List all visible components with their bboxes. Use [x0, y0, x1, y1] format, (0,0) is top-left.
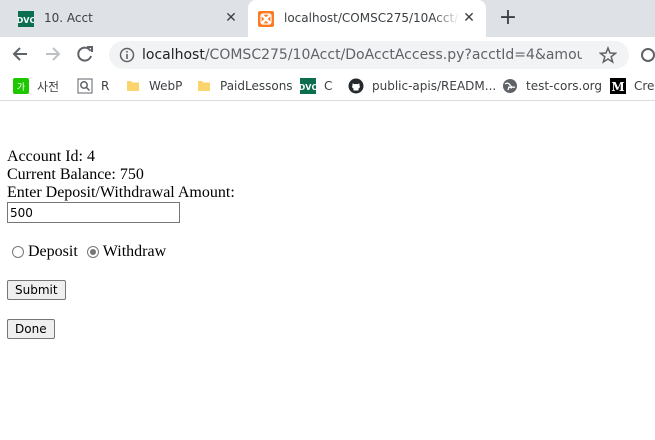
- close-icon[interactable]: ✕: [223, 10, 239, 26]
- tab-strip: DVC 10. Acct ✕ localhost/COMSC275/10Acct…: [0, 0, 655, 37]
- bookmark-label: PaidLessons: [220, 79, 293, 93]
- bookmark-label: Crea: [634, 79, 655, 93]
- url-path: /COMSC275/10Acct/DoAcctAccess.py?acctId=…: [204, 47, 582, 63]
- url-host: localhost: [142, 47, 205, 63]
- medium-icon: M: [610, 78, 626, 94]
- url-text: localhost/COMSC275/10Acct/DoAcctAccess.p…: [142, 47, 582, 63]
- svg-text:DVC: DVC: [300, 83, 316, 92]
- search-icon: [77, 78, 93, 94]
- tab-localhost[interactable]: localhost/COMSC275/10Acct/DoAcctAccess.p…: [248, 0, 486, 37]
- folder-icon: [198, 81, 210, 91]
- info-icon[interactable]: [119, 47, 135, 63]
- bookmark-c[interactable]: DVC C: [300, 78, 332, 94]
- page-content: Account Id: 4 Current Balance: 750 Enter…: [7, 148, 235, 223]
- bookmark-test-cors[interactable]: test-cors.org: [502, 78, 602, 94]
- amount-input[interactable]: [7, 202, 180, 223]
- submit-button[interactable]: Submit: [7, 280, 66, 300]
- withdraw-radio[interactable]: [86, 246, 99, 258]
- reload-icon[interactable]: [74, 43, 96, 65]
- folder-icon: [127, 81, 139, 91]
- address-bar[interactable]: localhost/COMSC275/10Acct/DoAcctAccess.p…: [109, 41, 629, 69]
- amount-prompt: Enter Deposit/Withdrawal Amount:: [7, 184, 235, 201]
- tab-title: 10. Acct: [44, 11, 93, 25]
- svg-text:DVC: DVC: [18, 16, 34, 25]
- bookmark-folder-paidlessons[interactable]: PaidLessons: [196, 78, 293, 94]
- bookmark-star-icon[interactable]: [599, 46, 617, 64]
- bookmark-public-apis[interactable]: public-apis/READM...: [348, 78, 496, 94]
- bookmark-dictionary[interactable]: 가 사전: [13, 78, 59, 94]
- transaction-type: Deposit Withdraw: [7, 243, 166, 261]
- extension-icon[interactable]: [640, 47, 655, 63]
- bookmark-label: C: [324, 79, 333, 93]
- close-icon[interactable]: ✕: [461, 10, 477, 26]
- bookmark-label: WebP: [149, 79, 183, 93]
- globe-icon: [503, 79, 517, 93]
- bookmark-medium[interactable]: M Crea: [610, 78, 655, 94]
- new-tab-button[interactable]: +: [498, 7, 518, 29]
- bookmarks-bar: 가 사전 R WebP PaidLessons DVC C public-api…: [0, 71, 655, 101]
- back-icon[interactable]: [9, 43, 31, 65]
- naver-dictionary-icon: 가: [13, 78, 29, 94]
- xampp-icon: [258, 11, 274, 27]
- bookmark-label: public-apis/READM...: [372, 79, 497, 93]
- deposit-radio[interactable]: [12, 246, 24, 258]
- deposit-label: Deposit: [28, 243, 78, 260]
- github-icon: [348, 78, 364, 94]
- forward-icon[interactable]: [42, 43, 64, 65]
- svg-text:가: 가: [17, 82, 25, 93]
- toolbar: localhost/COMSC275/10Acct/DoAcctAccess.p…: [0, 37, 655, 71]
- account-id: Account Id: 4: [7, 148, 95, 165]
- bookmark-label: R: [101, 79, 110, 93]
- withdraw-label: Withdraw: [102, 243, 167, 260]
- svg-text:M: M: [611, 80, 624, 94]
- bookmark-label: 사전: [37, 79, 60, 94]
- tab-title: localhost/COMSC275/10Acct/DoAcctAccess.p…: [284, 11, 460, 25]
- bookmark-r[interactable]: R: [77, 78, 109, 94]
- bookmark-folder-webp[interactable]: WebP: [125, 78, 182, 94]
- bookmark-label: test-cors.org: [526, 79, 602, 93]
- tab-acct[interactable]: DVC 10. Acct ✕: [0, 0, 244, 37]
- dvc-icon: DVC: [18, 11, 34, 27]
- done-button[interactable]: Done: [7, 319, 55, 339]
- current-balance: Current Balance: 750: [7, 166, 144, 183]
- dvc-icon: DVC: [300, 78, 316, 94]
